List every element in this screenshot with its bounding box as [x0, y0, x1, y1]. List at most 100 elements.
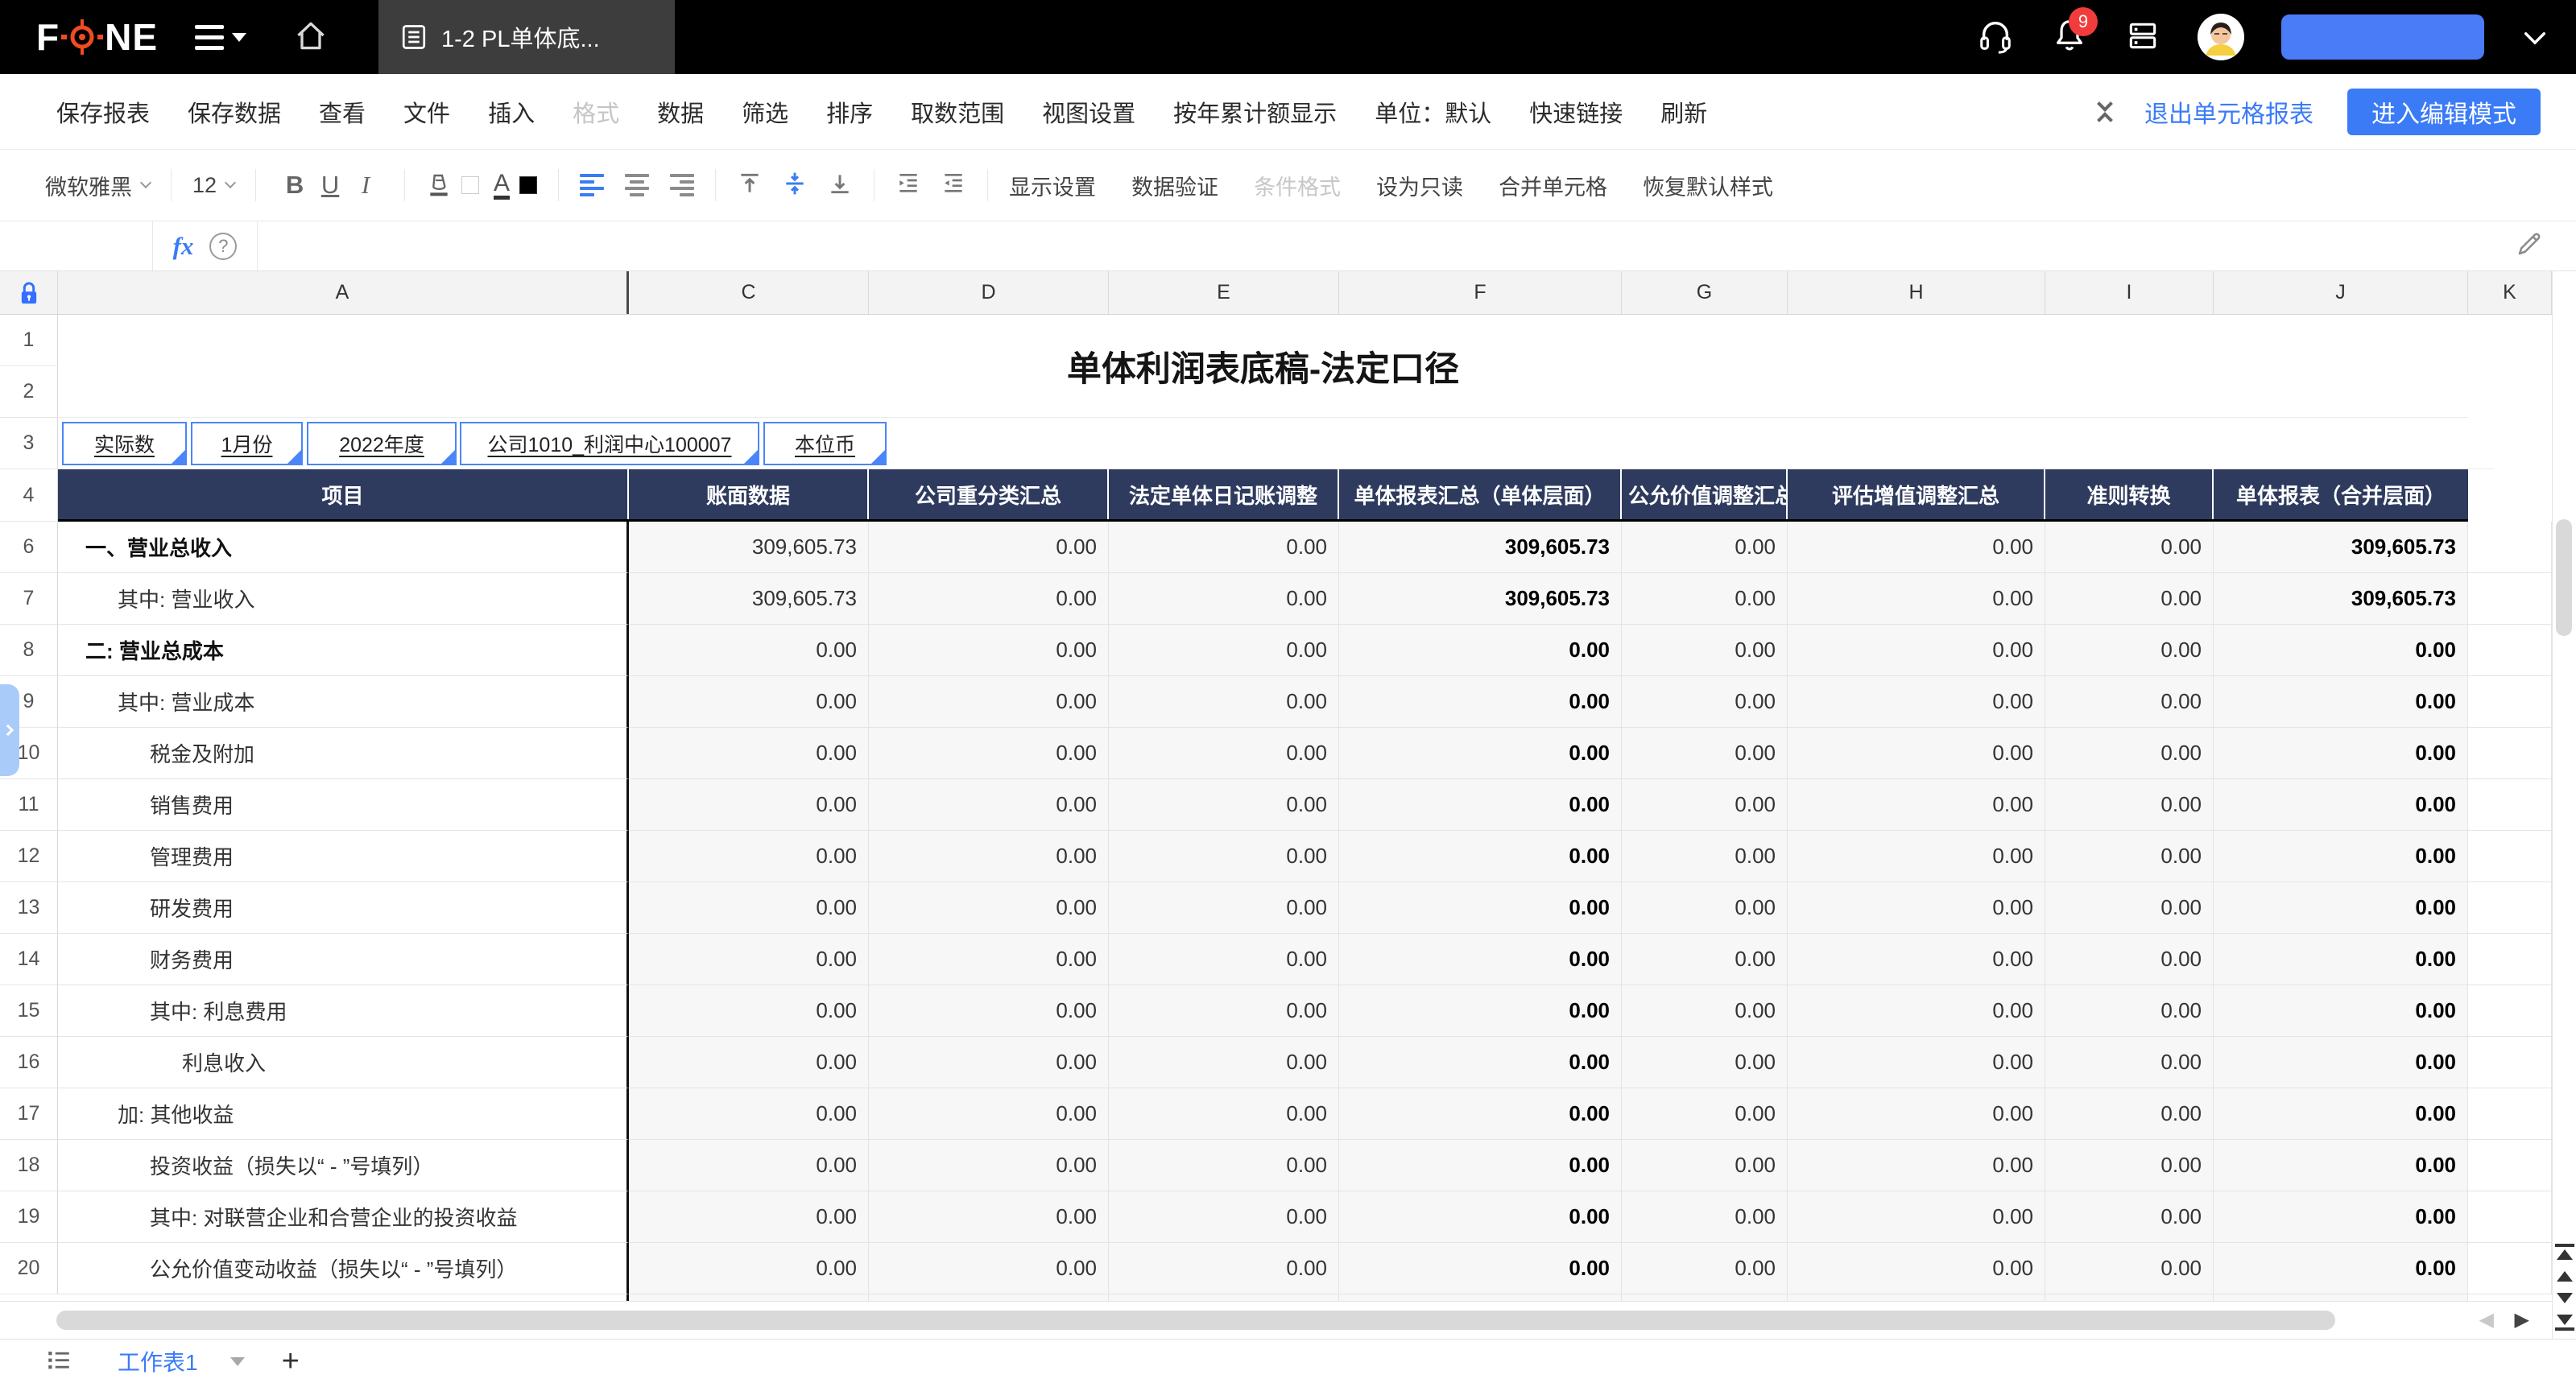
value-cell[interactable]: 0.00: [1788, 985, 2045, 1037]
value-cell[interactable]: 0.00: [2045, 779, 2214, 831]
value-cell[interactable]: 0.00: [1622, 1088, 1788, 1140]
align-middle-button[interactable]: [782, 171, 808, 200]
add-sheet-button[interactable]: +: [282, 1346, 300, 1377]
value-cell[interactable]: 309,605.73: [629, 573, 869, 625]
formula-input[interactable]: [258, 221, 2515, 270]
value-cell[interactable]: 0.00: [629, 779, 869, 831]
value-cell[interactable]: 0.00: [629, 1140, 869, 1191]
value-cell[interactable]: 0.00: [2214, 728, 2468, 779]
workspace-switch-button[interactable]: [2125, 18, 2160, 57]
value-cell[interactable]: 0.00: [1622, 522, 1788, 573]
font-size-select[interactable]: 12: [192, 173, 234, 198]
row-number-2[interactable]: 2: [0, 366, 58, 418]
value-cell[interactable]: 0.00: [629, 728, 869, 779]
value-cell[interactable]: 309,605.73: [1339, 573, 1622, 625]
toolbar-button-6[interactable]: 恢复默认样式: [1643, 170, 1773, 201]
value-cell[interactable]: 0.00: [869, 985, 1109, 1037]
column-header-F[interactable]: F: [1339, 271, 1622, 314]
bold-button[interactable]: B: [277, 171, 312, 200]
value-cell[interactable]: 0.00: [1622, 676, 1788, 728]
value-cell[interactable]: 0.00: [1622, 779, 1788, 831]
value-cell[interactable]: 0.00: [1622, 1037, 1788, 1088]
value-cell[interactable]: 0.00: [629, 882, 869, 934]
column-header-G[interactable]: G: [1622, 271, 1788, 314]
value-cell[interactable]: 0.00: [2045, 1088, 2214, 1140]
font-family-select[interactable]: 微软雅黑: [45, 170, 150, 201]
row-number-20[interactable]: 20: [0, 1243, 58, 1294]
value-cell[interactable]: 0.00: [629, 831, 869, 882]
toolbar-button-1[interactable]: 显示设置: [1009, 170, 1096, 201]
filter-button-4[interactable]: 公司1010_利润中心100007: [460, 422, 759, 465]
row-number-18[interactable]: 18: [0, 1140, 58, 1191]
row-number-11[interactable]: 11: [0, 779, 58, 831]
table-header-cell-1[interactable]: 项目: [58, 469, 629, 519]
collapse-toolbar-button[interactable]: [2099, 98, 2111, 126]
menu-item-11[interactable]: 视图设置: [1042, 95, 1135, 129]
value-cell[interactable]: 0.00: [2214, 882, 2468, 934]
value-cell[interactable]: 0.00: [1339, 1088, 1622, 1140]
underline-button[interactable]: U: [312, 171, 348, 200]
value-cell[interactable]: [2214, 1294, 2468, 1301]
value-cell[interactable]: 0.00: [869, 1088, 1109, 1140]
menu-item-7[interactable]: 数据: [657, 95, 704, 129]
value-cell[interactable]: 0.00: [2214, 676, 2468, 728]
user-avatar[interactable]: [2198, 14, 2244, 60]
value-cell[interactable]: 0.00: [2045, 1243, 2214, 1294]
value-cell[interactable]: 0.00: [1109, 1088, 1339, 1140]
menu-item-12[interactable]: 按年累计额显示: [1173, 95, 1337, 129]
menu-item-9[interactable]: 排序: [826, 95, 873, 129]
value-cell[interactable]: 0.00: [1339, 728, 1622, 779]
value-cell[interactable]: 0.00: [2214, 1088, 2468, 1140]
row-number-12[interactable]: 12: [0, 831, 58, 882]
value-cell[interactable]: 0.00: [2214, 831, 2468, 882]
enter-edit-mode-button[interactable]: 进入编辑模式: [2347, 89, 2541, 135]
row-number-7[interactable]: 7: [0, 573, 58, 625]
value-cell[interactable]: 0.00: [2045, 625, 2214, 676]
value-cell[interactable]: 0.00: [1339, 985, 1622, 1037]
table-header-cell-8[interactable]: 准则转换: [2045, 469, 2214, 519]
value-cell[interactable]: 0.00: [1622, 728, 1788, 779]
value-cell[interactable]: 0.00: [1339, 779, 1622, 831]
open-report-tab[interactable]: 1-2 PL单体底...: [378, 0, 675, 74]
value-cell[interactable]: 309,605.73: [2214, 573, 2468, 625]
value-cell[interactable]: 0.00: [2045, 985, 2214, 1037]
value-cell[interactable]: 0.00: [869, 1191, 1109, 1243]
empty-cell[interactable]: [2468, 779, 2552, 831]
font-color-button[interactable]: A: [494, 171, 537, 200]
value-cell[interactable]: 0.00: [1339, 1191, 1622, 1243]
column-header-E[interactable]: E: [1109, 271, 1339, 314]
value-cell[interactable]: 0.00: [869, 934, 1109, 985]
value-cell[interactable]: 0.00: [629, 934, 869, 985]
empty-cell[interactable]: [2468, 522, 2552, 573]
item-label-cell[interactable]: 其中: 对联营企业和合营企业的投资收益: [58, 1191, 629, 1243]
help-icon[interactable]: ?: [209, 233, 237, 260]
empty-cell[interactable]: [2468, 831, 2552, 882]
menu-item-13[interactable]: 单位：默认: [1375, 95, 1491, 129]
value-cell[interactable]: 0.00: [1788, 522, 2045, 573]
value-cell[interactable]: 0.00: [1788, 934, 2045, 985]
empty-cell[interactable]: [2468, 1191, 2552, 1243]
table-header-cell-6[interactable]: 公允价值调整汇总: [1622, 469, 1788, 519]
value-cell[interactable]: 0.00: [1339, 1140, 1622, 1191]
value-cell[interactable]: [1109, 1294, 1339, 1301]
value-cell[interactable]: 0.00: [629, 1243, 869, 1294]
table-header-cell-9[interactable]: 单体报表（合并层面）: [2214, 469, 2468, 519]
value-cell[interactable]: 309,605.73: [1339, 522, 1622, 573]
value-cell[interactable]: 0.00: [1622, 831, 1788, 882]
item-label-cell[interactable]: 财务费用: [58, 934, 629, 985]
item-label-cell[interactable]: 其中: 营业收入: [58, 573, 629, 625]
value-cell[interactable]: [869, 1294, 1109, 1301]
value-cell[interactable]: 309,605.73: [2214, 522, 2468, 573]
row-number-6[interactable]: 6: [0, 522, 58, 573]
value-cell[interactable]: 0.00: [1339, 1243, 1622, 1294]
support-headset-button[interactable]: [1977, 17, 2014, 58]
value-cell[interactable]: 0.00: [2045, 573, 2214, 625]
item-label-cell[interactable]: 税金及附加: [58, 728, 629, 779]
scroll-up-button[interactable]: [2557, 1271, 2573, 1282]
column-header-I[interactable]: I: [2045, 271, 2214, 314]
value-cell[interactable]: 0.00: [2214, 779, 2468, 831]
value-cell[interactable]: 0.00: [1109, 985, 1339, 1037]
value-cell[interactable]: 0.00: [1109, 728, 1339, 779]
value-cell[interactable]: 0.00: [1622, 573, 1788, 625]
value-cell[interactable]: 0.00: [629, 1191, 869, 1243]
